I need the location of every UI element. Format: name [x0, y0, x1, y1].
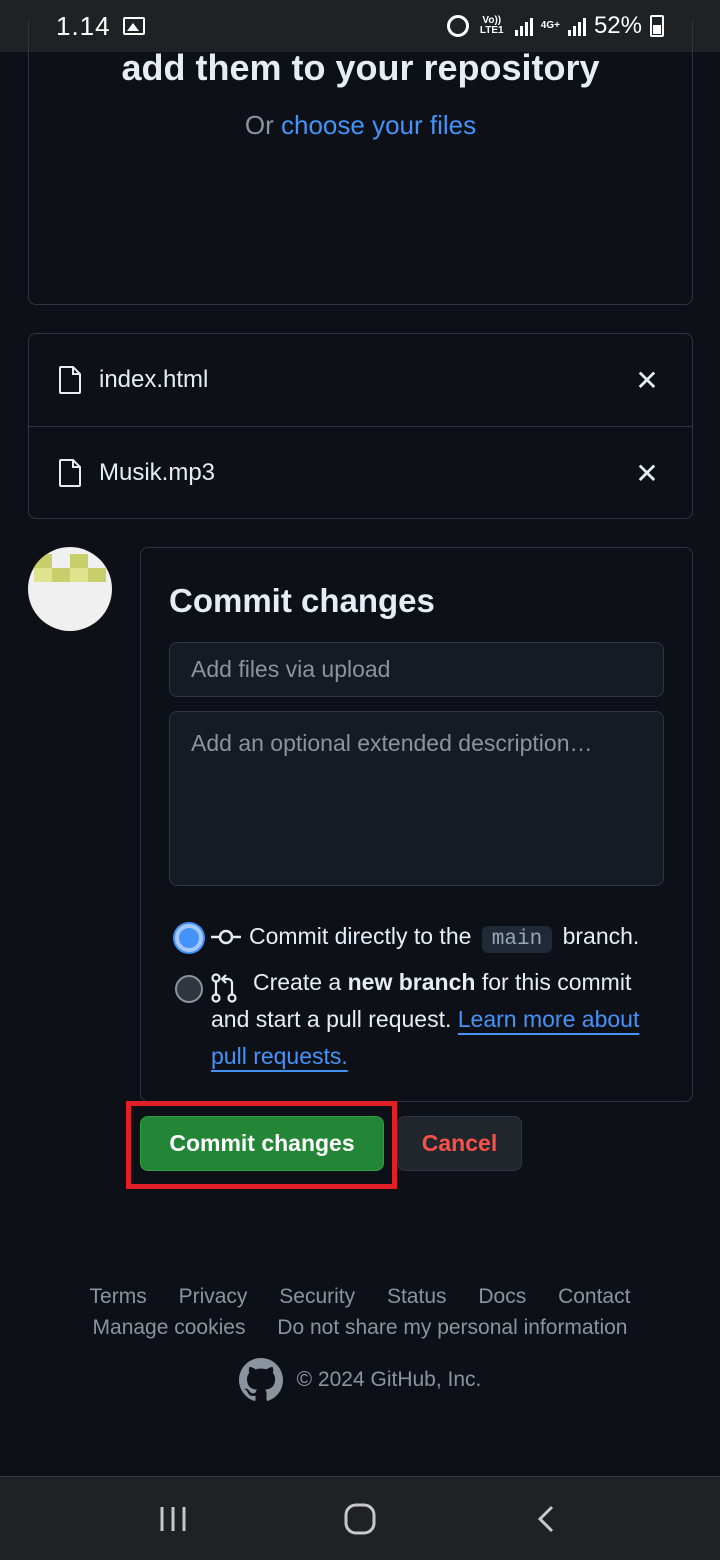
home-icon[interactable]: [330, 1489, 390, 1549]
file-row: index.html ✕: [29, 334, 692, 426]
commit-form: Commit changes Commit directly to the ma…: [140, 547, 693, 1102]
commit-direct-radio[interactable]: [175, 924, 203, 952]
commit-description-input[interactable]: [169, 711, 664, 886]
file-name: Musik.mp3: [99, 459, 216, 486]
footer-link-do-not-share[interactable]: Do not share my personal information: [277, 1316, 627, 1339]
footer-link-privacy[interactable]: Privacy: [179, 1285, 248, 1308]
commit-changes-button[interactable]: Commit changes: [140, 1116, 384, 1171]
footer-link-terms[interactable]: Terms: [90, 1285, 147, 1308]
dropzone-or-text: Or: [244, 110, 274, 140]
file-dropzone[interactable]: add them to your repository Or choose yo…: [28, 20, 693, 305]
footer-copyright: © 2024 GitHub, Inc.: [0, 1358, 720, 1402]
file-icon: [59, 366, 81, 394]
avatar[interactable]: [28, 547, 112, 631]
cancel-button[interactable]: Cancel: [397, 1116, 522, 1171]
commit-new-branch-radio[interactable]: [175, 975, 203, 1003]
commit-direct-prefix: Commit directly to the: [249, 923, 472, 949]
dropzone-title: add them to your repository: [121, 47, 600, 88]
commit-title: Commit changes: [169, 582, 435, 619]
footer-links-row1: Terms Privacy Security Status Docs Conta…: [0, 1285, 720, 1309]
choose-files-link[interactable]: choose your files: [281, 110, 476, 140]
remove-file-close-icon[interactable]: ✕: [632, 364, 662, 397]
footer-link-docs[interactable]: Docs: [478, 1285, 526, 1308]
file-name: index.html: [99, 366, 209, 393]
commit-summary-input[interactable]: [169, 642, 664, 697]
commit-direct-suffix: branch.: [562, 923, 640, 949]
copyright-text: © 2024 GitHub, Inc.: [296, 1368, 482, 1391]
footer-link-status[interactable]: Status: [387, 1285, 447, 1308]
new-branch-prefix: Create a: [253, 969, 342, 995]
branch-name-pill: main: [481, 926, 553, 953]
footer-links-row2: Manage cookies Do not share my personal …: [0, 1316, 720, 1340]
footer-link-contact[interactable]: Contact: [558, 1285, 630, 1308]
uploaded-file-list: index.html ✕ Musik.mp3 ✕: [28, 333, 693, 519]
android-nav-bar: [0, 1476, 720, 1560]
back-icon[interactable]: [517, 1489, 577, 1549]
remove-file-close-icon[interactable]: ✕: [632, 457, 662, 490]
new-branch-bold: new branch: [347, 969, 476, 995]
commit-direct-option[interactable]: Commit directly to the main branch.: [175, 918, 639, 958]
footer-link-manage-cookies[interactable]: Manage cookies: [93, 1316, 246, 1339]
file-row: Musik.mp3 ✕: [29, 426, 692, 519]
commit-new-branch-label: Create a new branch for this commit and …: [211, 964, 671, 1075]
git-commit-icon: [211, 929, 241, 945]
recent-apps-icon[interactable]: [143, 1489, 203, 1549]
github-logo-icon[interactable]: [238, 1358, 283, 1402]
file-icon: [59, 459, 81, 487]
identicon-icon: [34, 554, 106, 582]
footer-link-security[interactable]: Security: [279, 1285, 355, 1308]
dropzone-subtitle: Or choose your files: [29, 110, 692, 141]
commit-direct-label: Commit directly to the main branch.: [249, 918, 639, 958]
